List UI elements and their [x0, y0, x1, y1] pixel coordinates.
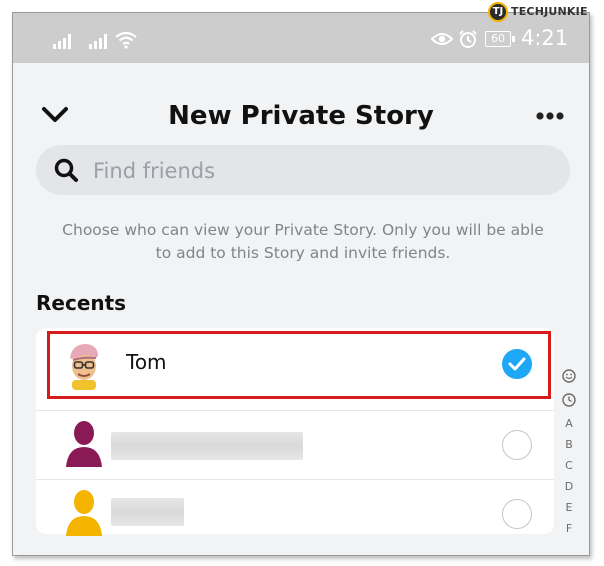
index-letter[interactable]: B	[561, 438, 577, 451]
user-silhouette-icon	[66, 490, 102, 536]
list-item[interactable]	[36, 480, 554, 548]
redacted-name	[111, 432, 303, 460]
redacted-name	[111, 498, 184, 526]
list-item[interactable]	[36, 411, 554, 479]
search-icon	[54, 158, 78, 182]
screen: 60 4:21 New Private Story Choose who can…	[12, 12, 590, 556]
unselected-checkbox[interactable]	[502, 430, 532, 460]
index-letter[interactable]: F	[561, 522, 577, 535]
user-silhouette-icon	[66, 421, 102, 467]
signal-strength-icon	[89, 34, 107, 49]
search-bar[interactable]	[36, 145, 570, 195]
index-letter[interactable]: D	[561, 480, 577, 493]
index-letter[interactable]: C	[561, 459, 577, 472]
smiley-icon[interactable]	[562, 369, 576, 383]
recents-heading: Recents	[36, 291, 127, 315]
index-letter[interactable]: E	[561, 501, 577, 514]
page-title: New Private Story	[168, 101, 434, 131]
index-letter[interactable]: A	[561, 417, 577, 430]
unselected-checkbox[interactable]	[502, 499, 532, 529]
status-time: 4:21	[521, 26, 569, 50]
eye-icon	[431, 33, 453, 45]
more-options-icon[interactable]	[535, 111, 565, 121]
wifi-icon	[115, 31, 137, 49]
clock-icon[interactable]	[562, 393, 576, 407]
alarm-icon	[459, 30, 477, 48]
signal-strength-icon	[53, 34, 71, 49]
watermark-logo: TJ	[488, 2, 508, 22]
search-input[interactable]	[91, 151, 555, 191]
app-header: New Private Story	[13, 63, 589, 148]
highlight-annotation	[47, 331, 551, 399]
battery-icon: 60	[485, 31, 515, 47]
info-text: Choose who can view your Private Story. …	[62, 221, 544, 262]
watermark-text: TECHJUNKIE	[511, 5, 588, 18]
